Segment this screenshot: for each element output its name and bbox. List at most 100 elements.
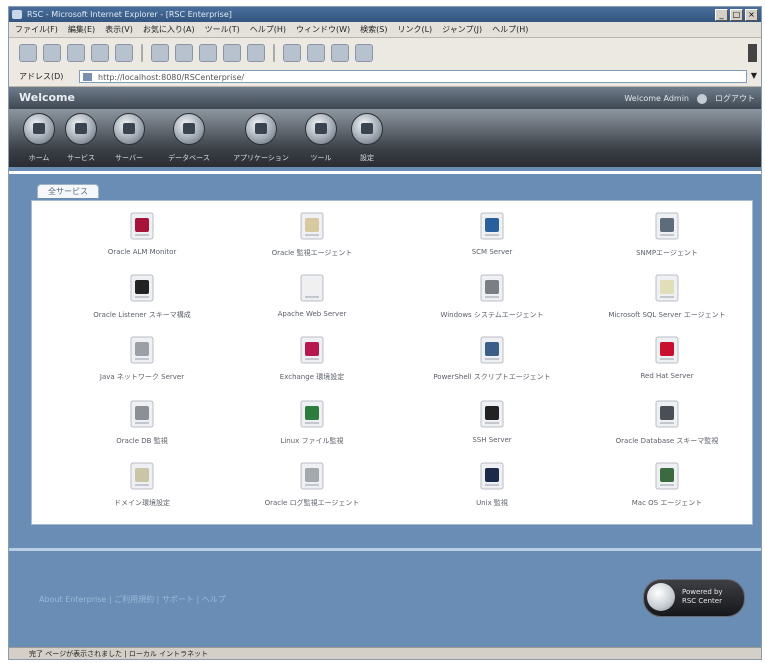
- address-value: http://localhost:8080/RSCenterprise/: [98, 73, 245, 82]
- blue-monitor-icon: [475, 209, 509, 243]
- menu-item-help2[interactable]: ヘルプ(H): [492, 22, 528, 37]
- close-button[interactable]: ×: [745, 9, 758, 21]
- gear-icon[interactable]: [697, 93, 707, 104]
- app-brand: Welcome: [19, 91, 75, 104]
- footer-links[interactable]: About Enterprise | ご利用規約 | サポート | ヘルプ: [39, 594, 226, 605]
- stop-icon[interactable]: [67, 44, 85, 62]
- service-label: SSH Server: [472, 436, 512, 444]
- print-icon[interactable]: [247, 44, 265, 62]
- back-icon[interactable]: [19, 44, 37, 62]
- folder-doc-icon: [125, 459, 159, 493]
- maximize-button[interactable]: □: [730, 9, 743, 21]
- service-label: Oracle ログ監視エージェント: [264, 499, 360, 507]
- black-box-icon: [475, 397, 509, 431]
- menu-bar: ファイル(F) 編集(E) 表示(V) お気に入り(A) ツール(T) ヘルプ(…: [9, 22, 761, 38]
- checklist-icon: [295, 459, 329, 493]
- toolbar-divider: [141, 44, 143, 62]
- service-tile[interactable]: Oracle Database スキーマ監視: [577, 393, 757, 457]
- services-nav-icon: [65, 113, 97, 145]
- footer-divider: [9, 548, 761, 551]
- tab-all-services[interactable]: 全サービス: [37, 184, 99, 198]
- service-tile[interactable]: Oracle DB 監視: [52, 393, 232, 457]
- favorites-icon[interactable]: [175, 44, 193, 62]
- service-tile[interactable]: Oracle ALM Monitor: [52, 205, 232, 269]
- disk-icon: [650, 397, 684, 431]
- u-icon: [475, 459, 509, 493]
- menu-item-file[interactable]: ファイル(F): [15, 22, 58, 37]
- service-tile[interactable]: Red Hat Server: [577, 329, 757, 393]
- service-tile[interactable]: Windows システムエージェント: [402, 267, 582, 331]
- browser-window: RSC - Microsoft Internet Explorer - [RSC…: [8, 6, 762, 660]
- minimize-button[interactable]: _: [715, 9, 728, 21]
- service-tile[interactable]: Oracle Listener スキーマ構成: [52, 267, 232, 331]
- menu-item-edit[interactable]: 編集(E): [68, 22, 95, 37]
- menu-item-jump[interactable]: ジャンプ(J): [442, 22, 482, 37]
- forward-icon[interactable]: [43, 44, 61, 62]
- service-label: Oracle 監視エージェント: [271, 249, 353, 257]
- service-tile[interactable]: SSH Server: [402, 393, 582, 457]
- address-bar: アドレス(D) http://localhost:8080/RSCenterpr…: [9, 68, 761, 87]
- service-label: Linux ファイル監視: [280, 437, 344, 445]
- pen-icon: [125, 209, 159, 243]
- service-tile[interactable]: Oracle ログ監視エージェント: [222, 455, 402, 519]
- green-gear-icon: [295, 397, 329, 431]
- service-label: Mac OS エージェント: [631, 499, 703, 507]
- service-tile[interactable]: SCM Server: [402, 205, 582, 269]
- nav-item-applications[interactable]: アプリケーション: [231, 113, 291, 165]
- nav-item-servers[interactable]: サーバー: [99, 113, 159, 165]
- service-label: Oracle ALM Monitor: [107, 248, 177, 256]
- toolbar: [9, 38, 761, 68]
- service-tile[interactable]: PowerShell スクリプトエージェント: [402, 329, 582, 393]
- service-tile[interactable]: ドメイン環境設定: [52, 455, 232, 519]
- logout-link[interactable]: ログアウト: [715, 93, 755, 104]
- address-input[interactable]: http://localhost:8080/RSCenterprise/: [79, 70, 747, 83]
- menu-item-tools[interactable]: ツール(T): [205, 22, 240, 37]
- service-label: PowerShell スクリプトエージェント: [433, 373, 551, 381]
- page-icon: [83, 73, 92, 81]
- powered-by-badge[interactable]: Powered by RSC Center: [643, 579, 745, 617]
- service-label: Oracle Listener スキーマ構成: [93, 311, 191, 319]
- service-tile[interactable]: Java ネットワーク Server: [52, 329, 232, 393]
- menu-item-help[interactable]: ヘルプ(H): [250, 22, 286, 37]
- menu-item-favorites[interactable]: お気に入り(A): [143, 22, 195, 37]
- nav-item-settings[interactable]: 設定: [337, 113, 397, 165]
- mail-icon[interactable]: [223, 44, 241, 62]
- service-tile[interactable]: Apache Web Server: [222, 267, 402, 331]
- history-icon[interactable]: [199, 44, 217, 62]
- service-tile[interactable]: Linux ファイル監視: [222, 393, 402, 457]
- research-icon[interactable]: [355, 44, 373, 62]
- service-label: Unix 監視: [476, 499, 508, 507]
- service-label: ドメイン環境設定: [114, 499, 170, 507]
- nav-item-database[interactable]: データベース: [159, 113, 219, 165]
- menu-item-window[interactable]: ウィンドウ(W): [296, 22, 350, 37]
- blue-panel-icon: [475, 333, 509, 367]
- edit-icon[interactable]: [283, 44, 301, 62]
- messenger-icon[interactable]: [331, 44, 349, 62]
- service-tile[interactable]: Exchange 環境設定: [222, 329, 402, 393]
- header-links: Welcome Admin ログアウト: [624, 93, 755, 104]
- menu-item-links[interactable]: リンク(L): [397, 22, 432, 37]
- discuss-icon[interactable]: [307, 44, 325, 62]
- app-header: Welcome Welcome Admin ログアウト: [9, 87, 761, 109]
- computer-icon: [650, 459, 684, 493]
- search-icon[interactable]: [151, 44, 169, 62]
- service-label: Oracle Database スキーマ監視: [615, 437, 719, 445]
- service-grid: Oracle ALM Monitor Oracle 監視エージェント SCM Ser…: [31, 200, 753, 525]
- service-tile[interactable]: SNMPエージェント: [577, 205, 757, 269]
- service-label: Apache Web Server: [277, 310, 347, 318]
- service-tile[interactable]: Mac OS エージェント: [577, 455, 757, 519]
- service-label: Oracle DB 監視: [116, 437, 168, 445]
- powered-line-1: Powered by: [682, 588, 723, 596]
- user-link[interactable]: Welcome Admin: [624, 94, 689, 103]
- service-label: Java ネットワーク Server: [99, 373, 185, 381]
- chevron-down-icon[interactable]: ▼: [751, 71, 757, 80]
- menu-item-view[interactable]: 表示(V): [105, 22, 133, 37]
- magnifier-icon: [125, 397, 159, 431]
- toolbar-grip-icon: [748, 44, 757, 62]
- menu-item-search[interactable]: 検索(S): [360, 22, 387, 37]
- service-tile[interactable]: Microsoft SQL Server エージェント: [577, 267, 757, 331]
- service-tile[interactable]: Oracle 監視エージェント: [222, 205, 402, 269]
- refresh-icon[interactable]: [91, 44, 109, 62]
- service-tile[interactable]: Unix 監視: [402, 455, 582, 519]
- home-icon[interactable]: [115, 44, 133, 62]
